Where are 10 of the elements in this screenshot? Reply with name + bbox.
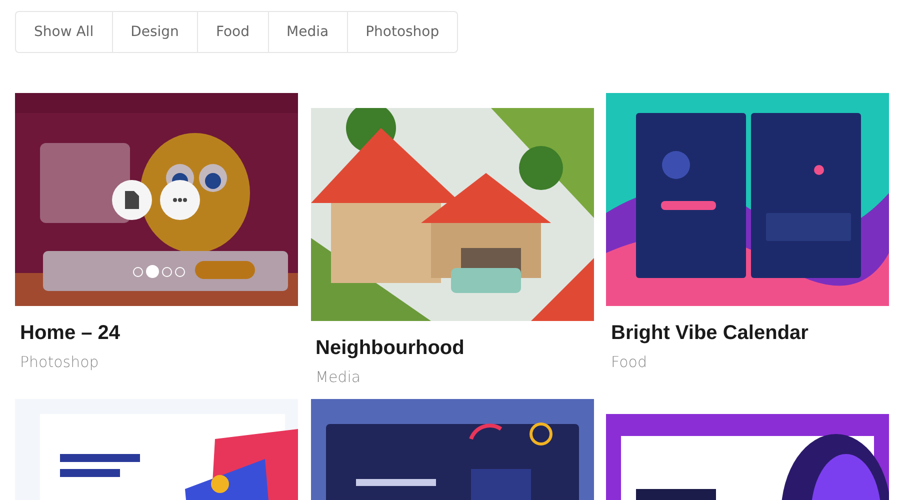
item-title[interactable]: Home – 24: [20, 322, 298, 345]
item-category: Photoshop: [20, 353, 100, 371]
more-icon: [173, 198, 187, 202]
carousel-dot[interactable]: [175, 266, 185, 276]
item-title[interactable]: Neighbourhood: [316, 337, 594, 360]
item-category: Food: [611, 353, 648, 371]
carousel-dot[interactable]: [162, 266, 172, 276]
carousel-dot[interactable]: [133, 266, 143, 276]
item-title[interactable]: Bright Vibe Calendar: [611, 322, 889, 345]
item-category: Media: [316, 368, 362, 386]
